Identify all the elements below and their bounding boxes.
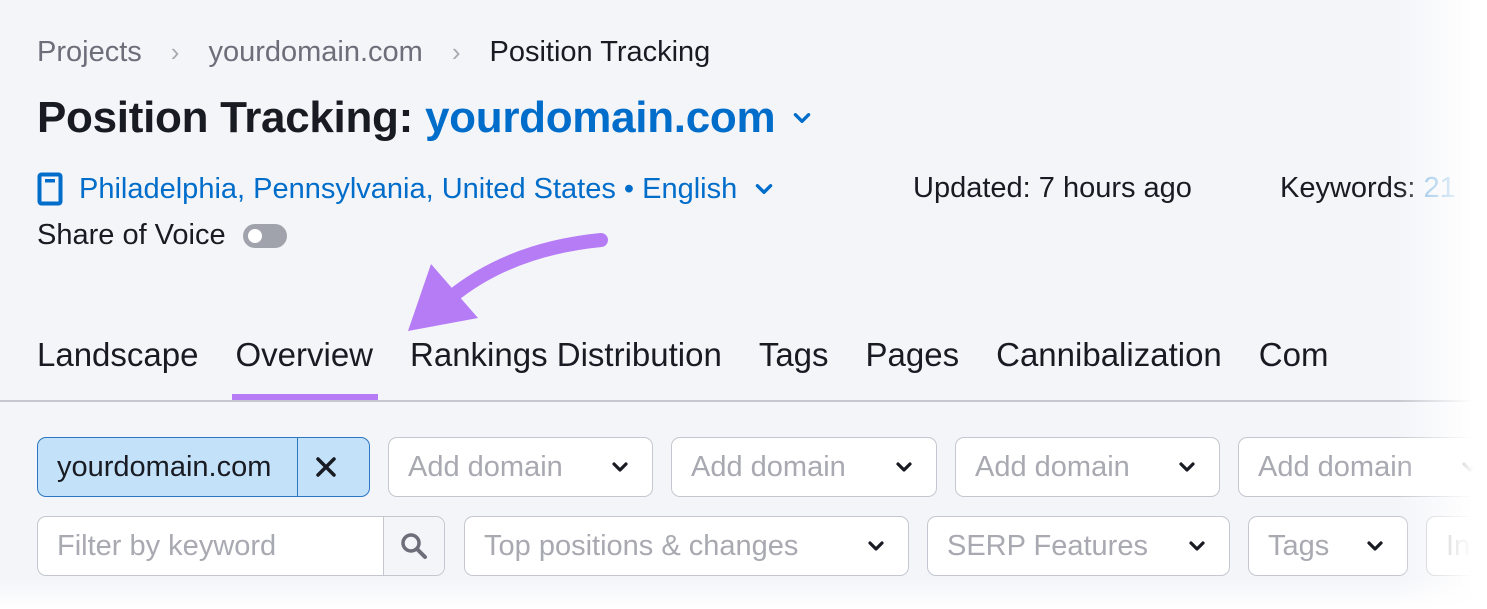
tags-label: Tags [1268,529,1330,562]
keyword-filter-input[interactable]: Filter by keyword [37,516,445,576]
share-of-voice: Share of Voice [37,219,287,252]
keywords-label: Keywords: [1280,172,1416,204]
location-selector[interactable]: Philadelphia, Pennsylvania, United State… [37,172,775,206]
report-tabs: Landscape Overview Rankings Distribution… [37,336,1365,401]
selected-domain-chip: yourdomain.com [37,437,370,497]
tab-competitors[interactable]: Com [1259,336,1329,374]
top-positions-label: Top positions & changes [484,529,799,562]
tab-overview[interactable]: Overview [232,336,378,401]
add-domain-placeholder: Add domain [691,450,846,483]
chevron-down-icon [612,462,628,472]
search-icon [401,533,427,559]
keywords-count: Keywords: 21 [1280,172,1456,205]
remove-domain-button[interactable] [297,438,353,496]
tab-pages[interactable]: Pages [866,336,960,374]
serp-features-dropdown[interactable]: SERP Features [927,516,1230,576]
chevron-down-icon [1179,462,1195,472]
selected-domain-label: yourdomain.com [57,450,272,483]
breadcrumb-projects[interactable]: Projects [37,36,142,69]
search-button[interactable] [383,517,444,575]
breadcrumb-separator-icon: › [451,37,461,67]
page-title-prefix: Position Tracking: [37,93,413,142]
breadcrumb-domain[interactable]: yourdomain.com [208,36,422,69]
add-domain-dropdown[interactable]: Add domain [1238,437,1487,497]
share-of-voice-label: Share of Voice [37,219,226,251]
breadcrumb-separator-icon: › [170,37,180,67]
mobile-device-icon [37,172,63,206]
tabs-divider [0,400,1487,402]
chevron-down-icon [755,184,773,194]
add-domain-dropdown[interactable]: Add domain [955,437,1220,497]
close-icon [315,457,336,477]
breadcrumb-current: Position Tracking [489,36,711,68]
bottom-edge-fade [0,579,1487,609]
chevron-down-icon[interactable] [791,107,813,129]
add-domain-dropdown[interactable]: Add domain [388,437,653,497]
keywords-value[interactable]: 21 [1423,172,1455,204]
add-domain-dropdown[interactable]: Add domain [671,437,937,497]
intent-label: In [1446,529,1471,562]
chevron-down-icon [1189,541,1205,551]
project-domain-selector[interactable]: yourdomain.com [425,93,776,143]
keyword-filter-placeholder: Filter by keyword [57,529,277,562]
chevron-down-icon [1367,541,1383,551]
top-positions-dropdown[interactable]: Top positions & changes [464,516,909,576]
chevron-down-icon [868,541,884,551]
intent-dropdown[interactable]: In [1426,516,1487,576]
chevron-down-icon [1462,462,1478,472]
add-domain-placeholder: Add domain [1258,450,1413,483]
updated-status: Updated: 7 hours ago [913,172,1192,204]
tab-rankings-distribution[interactable]: Rankings Distribution [410,336,722,374]
add-domain-placeholder: Add domain [408,450,563,483]
page-title: Position Tracking: yourdomain.com [37,93,813,143]
tab-cannibalization[interactable]: Cannibalization [996,336,1222,374]
tags-dropdown[interactable]: Tags [1248,516,1408,576]
serp-features-label: SERP Features [947,529,1148,562]
tab-landscape[interactable]: Landscape [37,336,198,374]
share-of-voice-toggle[interactable] [242,223,287,248]
breadcrumb: Projects › yourdomain.com › Position Tra… [37,36,710,69]
location-label: Philadelphia, Pennsylvania, United State… [79,172,738,205]
add-domain-placeholder: Add domain [975,450,1130,483]
chevron-down-icon [896,462,912,472]
tab-tags[interactable]: Tags [759,336,829,374]
